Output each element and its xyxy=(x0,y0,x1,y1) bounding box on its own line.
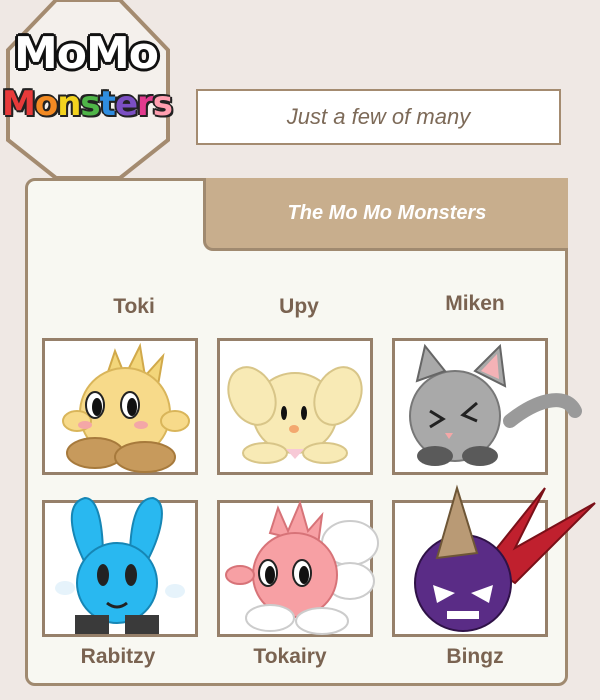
monster-card-upy[interactable] xyxy=(217,338,373,475)
monster-card-miken[interactable] xyxy=(392,338,582,475)
logo-momo-text: MoMo xyxy=(14,28,159,79)
logo-letter: n xyxy=(57,84,81,124)
tagline-text: Just a few of many xyxy=(286,104,471,129)
logo-letter: s xyxy=(80,84,100,124)
monster-name-miken: Miken xyxy=(445,292,505,315)
logo-letter: t xyxy=(99,84,116,124)
monster-name-bingz: Bingz xyxy=(446,645,504,668)
monster-card-bingz[interactable] xyxy=(392,484,596,637)
monster-card-toki[interactable] xyxy=(42,338,198,475)
rabitzy-illustration xyxy=(55,496,185,634)
logo-letter: o xyxy=(34,84,58,124)
monster-card-tokairy[interactable] xyxy=(217,500,379,637)
panel-title: The Mo Mo Monsters xyxy=(287,201,487,224)
monster-name-toki: Toki xyxy=(113,295,155,318)
toki-illustration xyxy=(62,342,190,473)
tagline-box: Just a few of many xyxy=(196,89,561,145)
logo-letter: e xyxy=(114,84,138,124)
monster-card-rabitzy[interactable] xyxy=(42,496,198,637)
logo-letter: r xyxy=(137,84,154,124)
monster-name-tokairy: Tokairy xyxy=(253,645,327,668)
logo-letter: M xyxy=(2,84,36,124)
logo-letter: s xyxy=(152,84,173,124)
monster-name-rabitzy: Rabitzy xyxy=(80,645,156,668)
miken-illustration xyxy=(409,343,582,466)
panel-header: The Mo Mo Monsters xyxy=(203,178,568,251)
logo-monsters-text: Monsters xyxy=(2,84,173,124)
upy-illustration xyxy=(227,366,363,464)
tokairy-illustration xyxy=(225,500,379,635)
monster-name-upy: Upy xyxy=(279,295,319,318)
bingz-illustration xyxy=(414,484,596,632)
